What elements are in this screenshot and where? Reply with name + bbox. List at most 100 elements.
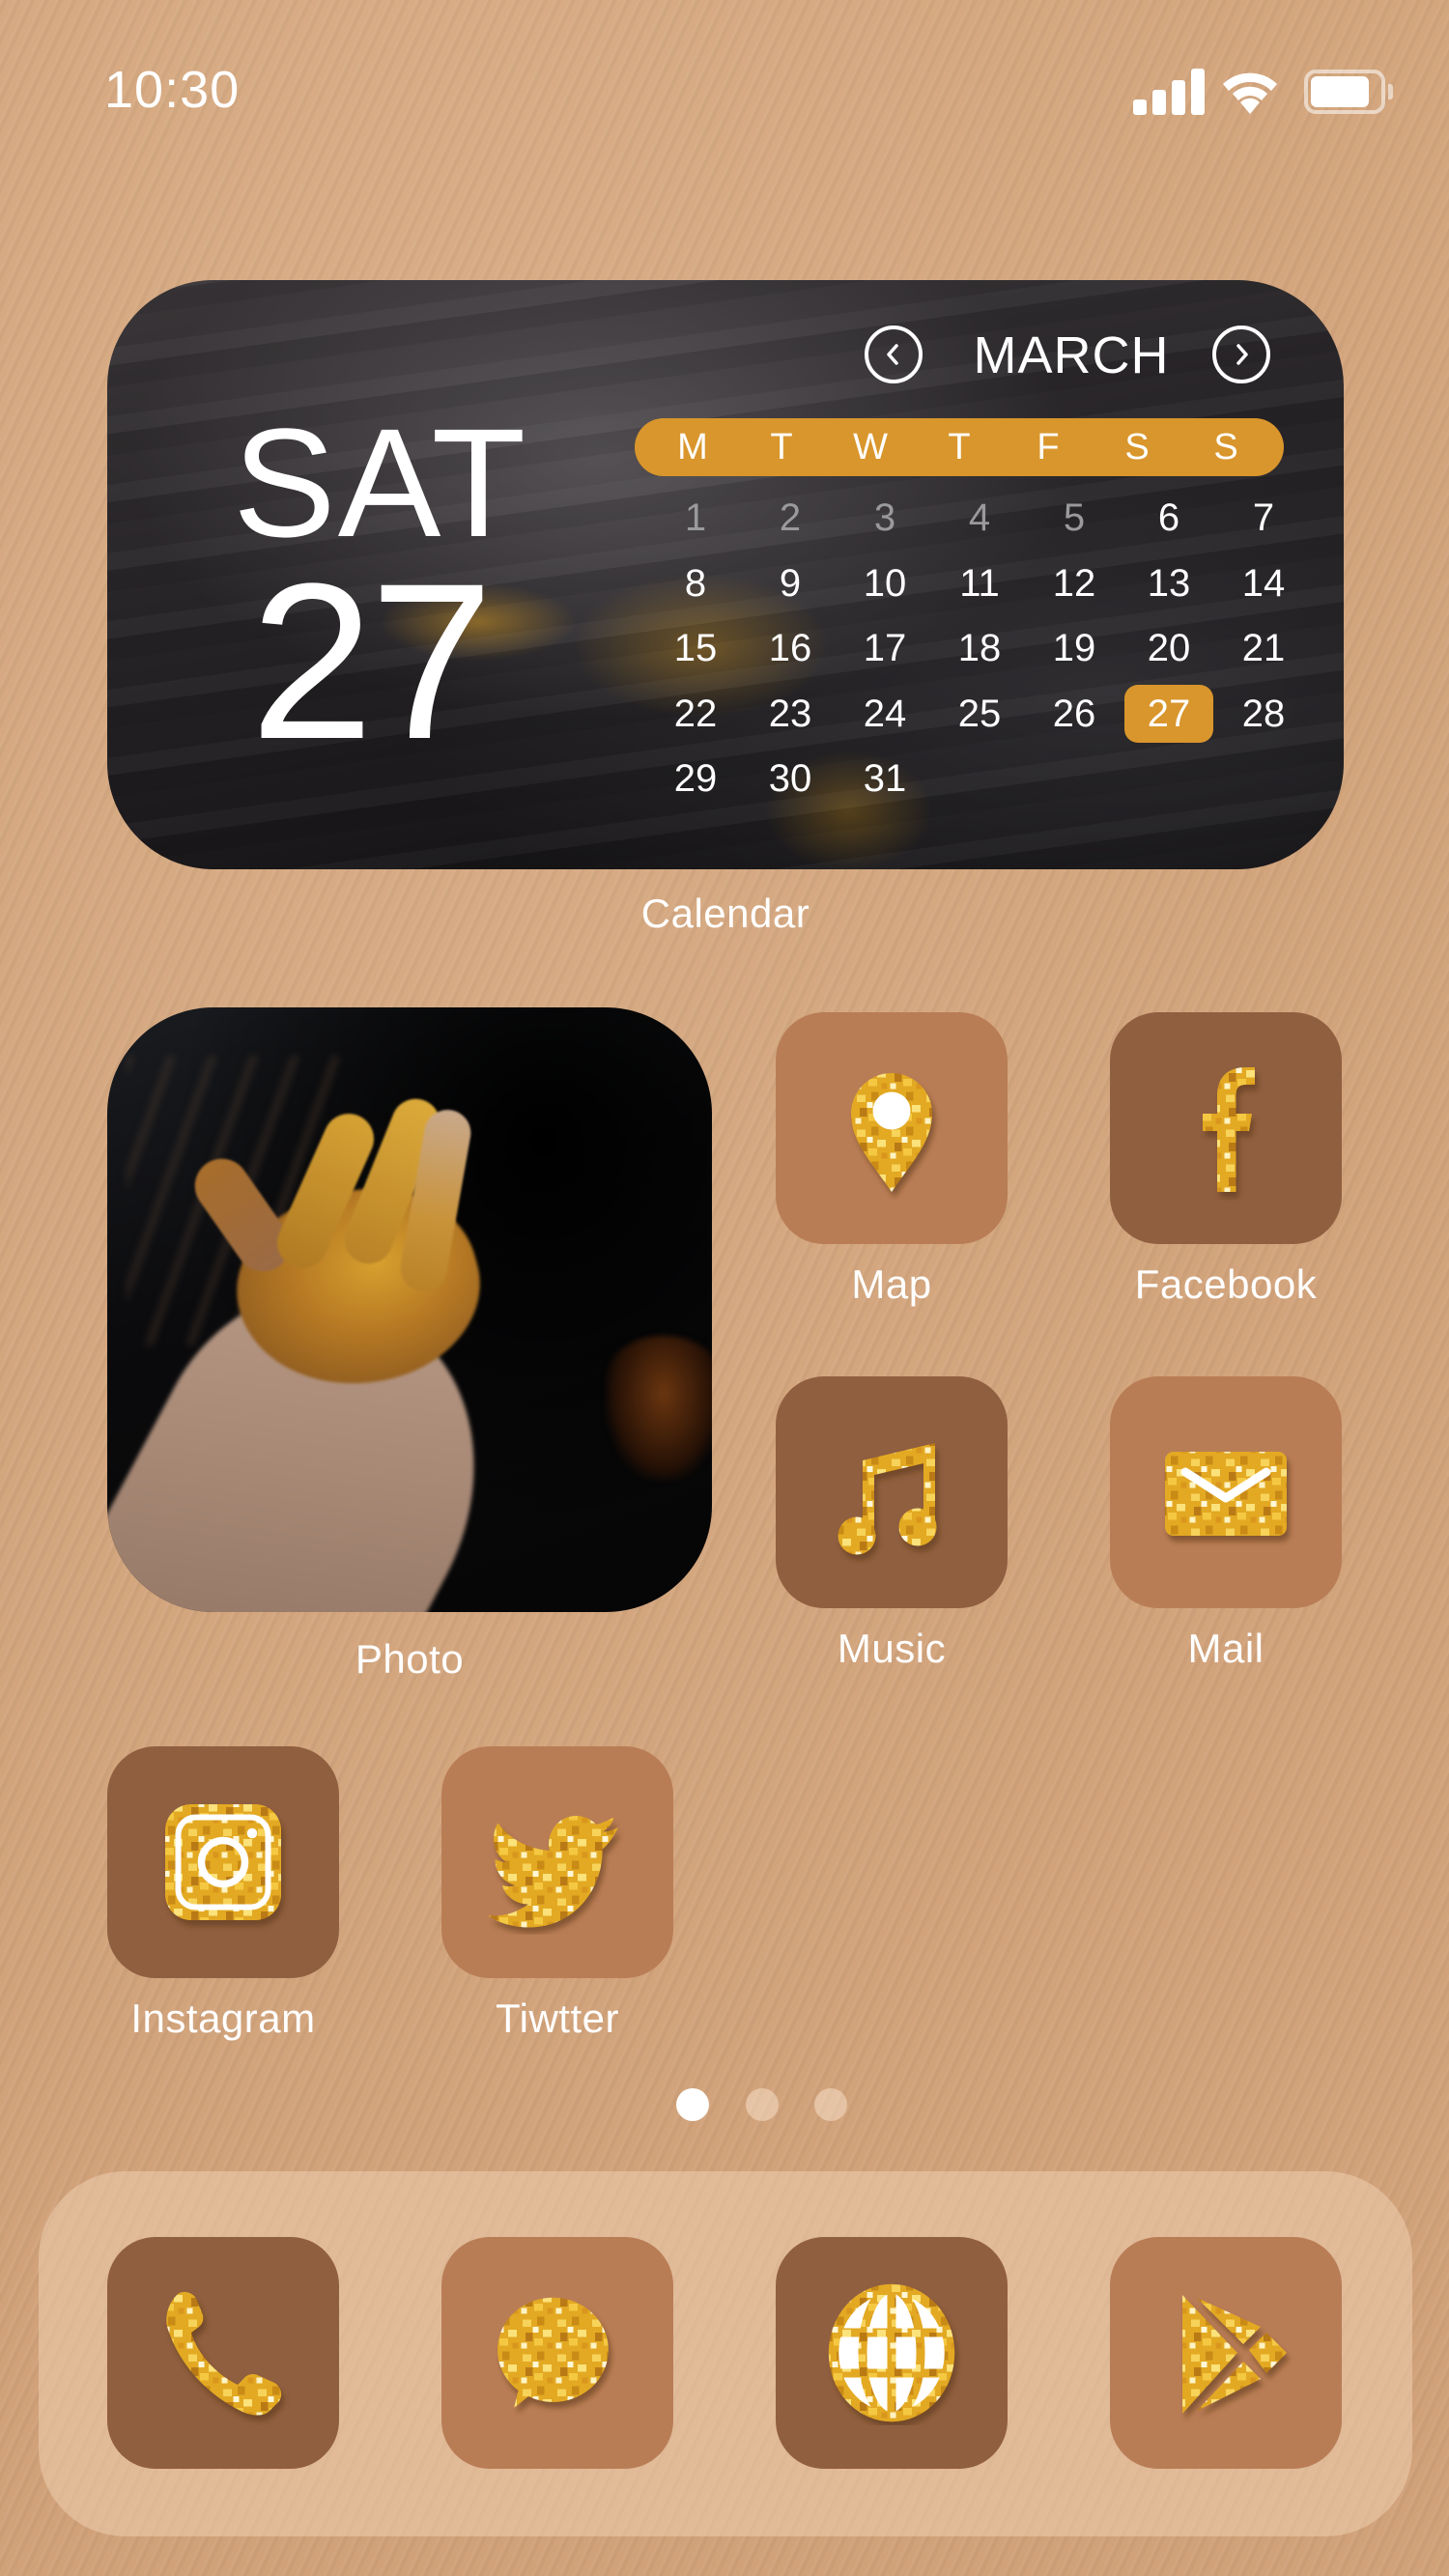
play-store-icon <box>1182 2295 1287 2414</box>
message-bubble-icon <box>497 2297 609 2408</box>
calendar-date-label: 20 <box>1147 627 1191 670</box>
calendar-date-label: 8 <box>684 561 707 605</box>
calendar-date-label: 6 <box>1157 496 1180 540</box>
previous-month-button[interactable] <box>865 326 923 383</box>
twitter-bird-icon <box>488 1816 618 1928</box>
calendar-date-label: 23 <box>768 692 812 735</box>
calendar-date[interactable]: 20 <box>1122 616 1216 682</box>
weekday-label: W <box>853 426 888 467</box>
calendar-date[interactable]: 19 <box>1027 616 1122 682</box>
calendar-date[interactable]: 8 <box>648 552 743 617</box>
calendar-date[interactable]: 10 <box>838 552 932 617</box>
photo-paint-jar <box>606 1336 712 1481</box>
calendar-date-label: 9 <box>779 561 802 605</box>
calendar-date-label: 30 <box>768 757 812 801</box>
calendar-date[interactable]: 3 <box>838 486 932 552</box>
calendar-date[interactable]: 30 <box>743 747 838 812</box>
calendar-date[interactable]: 1 <box>648 486 743 552</box>
calendar-date[interactable]: 22 <box>648 682 743 748</box>
calendar-date[interactable]: 4 <box>932 486 1027 552</box>
month-label: MARCH <box>973 326 1170 384</box>
month-navigation: MARCH <box>756 324 1278 391</box>
page-dot[interactable] <box>746 2088 779 2121</box>
calendar-date[interactable]: 6 <box>1122 486 1216 552</box>
calendar-date[interactable]: 14 <box>1216 552 1311 617</box>
app-tile[interactable] <box>776 1012 1008 1244</box>
app-label: Map <box>851 1261 932 1307</box>
app-instagram[interactable]: Instagram <box>107 1746 339 2042</box>
calendar-date-label: 29 <box>673 757 718 801</box>
calendar-date-label: 16 <box>768 627 812 670</box>
status-bar: 10:30 <box>0 0 1449 184</box>
page-dot-active[interactable] <box>676 2088 709 2121</box>
calendar-date-label: 24 <box>863 692 907 735</box>
app-tile[interactable] <box>1110 1012 1342 1244</box>
calendar-date[interactable]: 12 <box>1027 552 1122 617</box>
app-music[interactable]: Music <box>776 1376 1008 1672</box>
chevron-right-icon <box>1236 344 1248 365</box>
calendar-date[interactable]: 15 <box>648 616 743 682</box>
calendar-widget[interactable]: SAT 27 MARCH M T W T F S S 1 2 3 4 5 6 7 8 9 10 11… <box>107 280 1344 869</box>
app-label: Tiwtter <box>496 1996 619 2041</box>
calendar-date-label: 19 <box>1052 627 1096 670</box>
calendar-date[interactable]: 13 <box>1122 552 1216 617</box>
calendar-date[interactable]: 18 <box>932 616 1027 682</box>
calendar-date[interactable]: 11 <box>932 552 1027 617</box>
calendar-date-label: 26 <box>1052 692 1096 735</box>
wifi-icon <box>1219 66 1281 116</box>
calendar-date[interactable]: 2 <box>743 486 838 552</box>
calendar-date-label: 7 <box>1252 496 1275 540</box>
app-tile[interactable] <box>441 1746 673 1978</box>
calendar-date-today[interactable]: 27 <box>1122 682 1216 748</box>
app-tile[interactable] <box>776 1376 1008 1608</box>
dock <box>39 2171 1412 2536</box>
calendar-date[interactable]: 21 <box>1216 616 1311 682</box>
calendar-date[interactable]: 25 <box>932 682 1027 748</box>
calendar-date[interactable]: 31 <box>838 747 932 812</box>
date-grid: 1 2 3 4 5 6 7 8 9 10 11 12 13 14 15 16 17 18 19 20 21 22 23 24 2… <box>648 486 1311 812</box>
calendar-date-label: 3 <box>873 496 896 540</box>
calendar-date-label: 21 <box>1241 627 1286 670</box>
calendar-date-label: 27 <box>1124 685 1213 744</box>
dock-app-messages[interactable] <box>441 2237 673 2469</box>
calendar-date[interactable]: 17 <box>838 616 932 682</box>
calendar-date-label: 13 <box>1147 561 1191 605</box>
calendar-date[interactable]: 23 <box>743 682 838 748</box>
app-label: Facebook <box>1134 1261 1318 1307</box>
music-note-icon <box>838 1443 937 1555</box>
weekday-label: F <box>1037 426 1060 467</box>
calendar-date[interactable]: 24 <box>838 682 932 748</box>
app-mail[interactable]: Mail <box>1110 1376 1342 1672</box>
photo-widget[interactable] <box>107 1007 712 1612</box>
app-label: Mail <box>1187 1626 1264 1671</box>
calendar-date[interactable]: 9 <box>743 552 838 617</box>
page-dot[interactable] <box>814 2088 847 2121</box>
calendar-date-label: 10 <box>863 561 907 605</box>
calendar-date-label: 28 <box>1241 692 1286 735</box>
calendar-date[interactable]: 26 <box>1027 682 1122 748</box>
dock-app-play-store[interactable] <box>1110 2237 1342 2469</box>
calendar-date[interactable]: 5 <box>1027 486 1122 552</box>
app-facebook[interactable]: Facebook <box>1110 1012 1342 1308</box>
app-tile[interactable] <box>107 1746 339 1978</box>
page-indicator[interactable] <box>676 2088 855 2121</box>
next-month-button[interactable] <box>1212 326 1270 383</box>
calendar-date[interactable]: 28 <box>1216 682 1311 748</box>
calendar-date-label: 18 <box>957 627 1002 670</box>
calendar-date[interactable]: 16 <box>743 616 838 682</box>
globe-icon <box>828 2283 955 2422</box>
instagram-icon <box>165 1804 281 1920</box>
calendar-date-label: 17 <box>863 627 907 670</box>
app-twitter[interactable]: Tiwtter <box>441 1746 673 2042</box>
calendar-date-label: 12 <box>1052 561 1096 605</box>
chevron-left-icon <box>887 344 898 365</box>
calendar-date-label: 11 <box>959 561 1000 605</box>
dock-app-browser[interactable] <box>776 2237 1008 2469</box>
calendar-date-label: 15 <box>673 627 718 670</box>
day-number: 27 <box>250 537 494 785</box>
app-map[interactable]: Map <box>776 1012 1008 1308</box>
calendar-date[interactable]: 29 <box>648 747 743 812</box>
calendar-date[interactable]: 7 <box>1216 486 1311 552</box>
dock-app-phone[interactable] <box>107 2237 339 2469</box>
app-tile[interactable] <box>1110 1376 1342 1608</box>
